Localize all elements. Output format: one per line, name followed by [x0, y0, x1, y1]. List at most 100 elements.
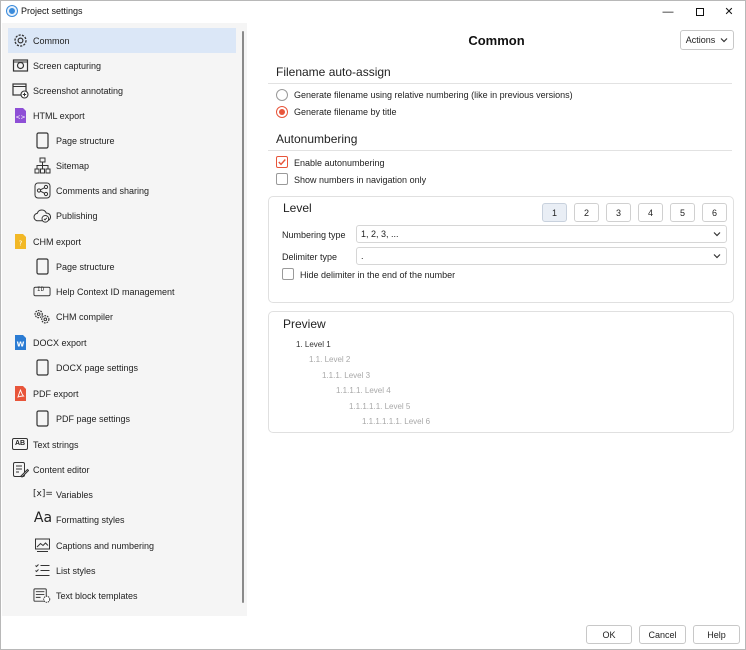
chevron-down-icon [720, 38, 728, 43]
delimiter-type-value: . [361, 251, 364, 261]
captions-icon [33, 536, 51, 554]
content-editor-icon [11, 460, 29, 478]
gears-icon [33, 307, 51, 325]
docx-file-icon: W [11, 333, 29, 351]
sidebar-item-chm-export[interactable]: ? CHM export [8, 229, 236, 254]
show-numbers-nav-checkbox[interactable] [276, 173, 288, 185]
page-icon [33, 358, 51, 376]
maximize-button[interactable] [685, 1, 715, 22]
sidebar-item-variables[interactable]: [x]= Variables [8, 482, 236, 507]
sidebar-item-text-strings[interactable]: AB Text strings [8, 432, 236, 457]
chm-file-icon: ? [11, 232, 29, 250]
level-5-button[interactable]: 5 [670, 203, 695, 222]
ok-button[interactable]: OK [586, 625, 632, 644]
sidebar-item-label: Captions and numbering [56, 541, 155, 551]
preview-level-6: 1.1.1.1.1.1. Level 6 [362, 417, 431, 426]
text-strings-icon: AB [10, 435, 30, 453]
sidebar-item-chm-page-structure[interactable]: Page structure [8, 254, 236, 279]
sidebar-item-captions-numbering[interactable]: Captions and numbering [8, 533, 236, 558]
sidebar-item-list-styles[interactable]: List styles [8, 558, 236, 583]
sidebar-item-label: Variables [56, 490, 93, 500]
level-3-button[interactable]: 3 [606, 203, 631, 222]
text-block-templates-icon [33, 586, 51, 604]
gear-icon [11, 31, 29, 49]
html-file-icon: <> [11, 106, 29, 124]
cloud-publish-icon [33, 206, 51, 224]
sidebar-item-html-page-structure[interactable]: Page structure [8, 128, 236, 153]
sidebar-item-label: Screen capturing [33, 61, 102, 71]
sidebar-item-label: Sitemap [56, 161, 90, 171]
preview-panel: Preview 1. Level 1 1.1. Level 2 1.1.1. L… [268, 311, 734, 433]
sidebar-item-sitemap[interactable]: Sitemap [8, 153, 236, 178]
help-button[interactable]: Help [693, 625, 740, 644]
filename-by-title-label: Generate filename by title [294, 107, 397, 117]
actions-label: Actions [685, 35, 716, 45]
numbering-type-select[interactable]: 1, 2, 3, ... [356, 225, 727, 243]
level-2-button[interactable]: 2 [574, 203, 599, 222]
hide-delimiter-checkbox[interactable] [282, 268, 294, 280]
sidebar-item-label: List styles [56, 566, 96, 576]
sidebar-item-label: Common [33, 36, 70, 46]
svg-text:<>: <> [15, 114, 25, 121]
page-icon [33, 409, 51, 427]
preview-level-1: 1. Level 1 [296, 340, 331, 349]
sidebar-item-common[interactable]: Common [8, 28, 236, 53]
sidebar-item-label: Text block templates [56, 591, 138, 601]
sitemap-icon [33, 156, 51, 174]
filename-section-title: Filename auto-assign [276, 65, 391, 79]
variables-glyph: [x]= [33, 489, 53, 499]
delimiter-type-label: Delimiter type [282, 252, 338, 262]
preview-level-4: 1.1.1.1. Level 4 [336, 386, 391, 395]
formatting-styles-icon: Aa [32, 509, 54, 527]
delimiter-type-select[interactable]: . [356, 247, 727, 265]
page-icon [33, 257, 51, 275]
sidebar-item-screen-capturing[interactable]: Screen capturing [8, 53, 236, 78]
autonumbering-section-title: Autonumbering [276, 132, 358, 146]
level-1-button[interactable]: 1 [542, 203, 567, 222]
sidebar-item-formatting-styles[interactable]: Aa Formatting styles [8, 507, 236, 532]
section-divider [268, 83, 732, 84]
sidebar-item-docx-page-settings[interactable]: DOCX page settings [8, 355, 236, 380]
relative-numbering-label: Generate filename using relative numberi… [294, 90, 573, 100]
sidebar-item-label: Page structure [56, 136, 115, 146]
relative-numbering-radio[interactable] [276, 89, 288, 101]
sidebar-item-help-context-id[interactable]: ID Help Context ID management [8, 279, 236, 304]
sidebar-item-pdf-export[interactable]: PDF export [8, 381, 236, 406]
level-panel-title: Level [283, 201, 312, 215]
sidebar-item-pdf-page-settings[interactable]: PDF page settings [8, 406, 236, 431]
list-styles-icon [33, 561, 51, 579]
sidebar-item-label: Help Context ID management [56, 287, 175, 297]
level-4-button[interactable]: 4 [638, 203, 663, 222]
numbering-type-label: Numbering type [282, 230, 346, 240]
filename-by-title-radio[interactable] [276, 106, 288, 118]
window-title: Project settings [21, 6, 83, 16]
chevron-down-icon [713, 232, 721, 237]
page-icon [33, 131, 51, 149]
context-id-glyph: ID [37, 286, 45, 293]
pdf-file-icon [11, 384, 29, 402]
preview-level-3: 1.1.1. Level 3 [322, 371, 371, 380]
sidebar-item-docx-export[interactable]: W DOCX export [8, 330, 236, 355]
sidebar-item-label: HTML export [33, 111, 85, 121]
sidebar-scrollbar[interactable] [242, 31, 244, 603]
sidebar-item-text-block-templates[interactable]: Text block templates [8, 583, 236, 608]
sidebar-item-publishing[interactable]: Publishing [8, 203, 236, 228]
sidebar-item-chm-compiler[interactable]: CHM compiler [8, 304, 236, 329]
sidebar-item-label: DOCX export [33, 338, 87, 348]
actions-button[interactable]: Actions [680, 30, 734, 50]
context-id-icon: ID [33, 282, 51, 300]
enable-autonumbering-checkbox[interactable] [276, 156, 288, 168]
screenshot-annotate-icon [11, 81, 29, 99]
section-divider [268, 150, 732, 151]
level-panel: Level 1 2 3 4 5 6 Numbering type 1, 2, 3… [268, 196, 734, 303]
sidebar-item-content-editor[interactable]: Content editor [8, 457, 236, 482]
chevron-down-icon [713, 254, 721, 259]
cancel-button[interactable]: Cancel [639, 625, 686, 644]
sidebar-item-screenshot-annotating[interactable]: Screenshot annotating [8, 78, 236, 103]
minimize-button[interactable]: — [653, 1, 683, 22]
sidebar-item-label: Screenshot annotating [33, 86, 124, 96]
sidebar-item-html-export[interactable]: <> HTML export [8, 103, 236, 128]
close-button[interactable]: ✕ [714, 1, 744, 22]
sidebar-item-comments-sharing[interactable]: Comments and sharing [8, 178, 236, 203]
level-6-button[interactable]: 6 [702, 203, 727, 222]
